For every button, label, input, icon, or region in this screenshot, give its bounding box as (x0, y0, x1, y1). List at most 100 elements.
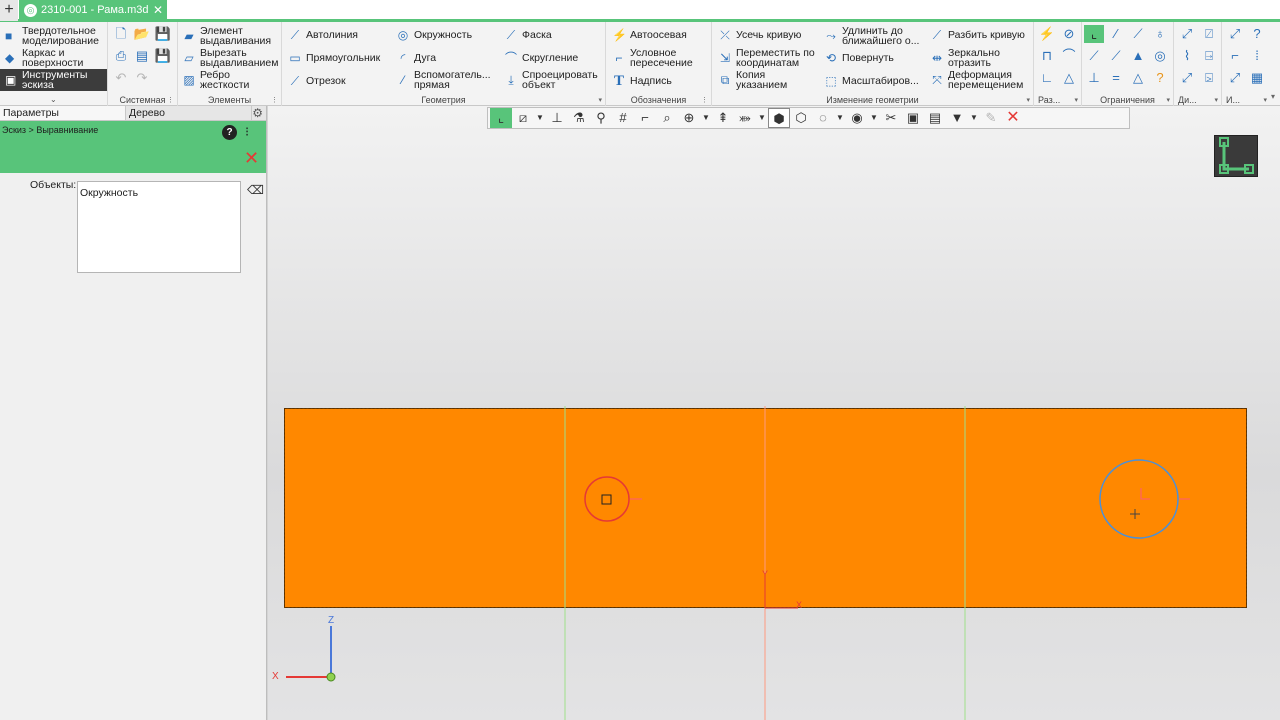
cut-extrude-button[interactable]: ▱ Вырезать выдавливанием (182, 48, 282, 69)
diag-curve-icon[interactable]: ⌇ (1177, 47, 1197, 65)
segment-button[interactable]: ⟋ Отрезок (288, 74, 346, 88)
group-geometry-expander-icon[interactable]: ▾ (598, 96, 602, 104)
info-select-icon[interactable]: ⌐ (1225, 47, 1245, 65)
auto-axis-button[interactable]: ⚡ Автоосевая (612, 28, 687, 42)
new-file-icon[interactable]: 🗋 (111, 25, 131, 43)
tree-view-icon[interactable]: ⁝ (245, 124, 249, 140)
preview-icon[interactable]: ▤ (132, 47, 152, 65)
save-as-icon[interactable]: 💾 (153, 47, 173, 65)
info-help-icon[interactable]: ? (1247, 25, 1267, 43)
constraint-horizontal-icon[interactable]: ⟋ (1084, 47, 1104, 65)
objects-list-item[interactable]: Окружность (80, 187, 238, 199)
document-tab[interactable]: ◎ 2310-001 - Рама.m3d ✕ (19, 0, 167, 21)
mode-surfaces[interactable]: ◆ Каркас и поверхности (0, 47, 107, 69)
project-icon: ⤓ (508, 73, 514, 87)
text-label-button[interactable]: T Надпись (612, 74, 672, 89)
tab-parameters[interactable]: Параметры (0, 106, 126, 120)
eraser-icon[interactable]: ⌫ (247, 183, 264, 197)
ribbon-scroll-right[interactable]: ▾ (1270, 22, 1280, 106)
constraint-symmetric-icon[interactable]: △ (1128, 69, 1148, 87)
scale-button[interactable]: ⬚ Масштабиров... (824, 74, 918, 88)
group-info-expander-icon[interactable]: ▾ (1263, 96, 1267, 104)
new-tab-button[interactable]: + (0, 0, 18, 21)
objects-list[interactable]: Окружность (77, 181, 241, 273)
group-constraints-expander-icon[interactable]: ▾ (1166, 96, 1170, 104)
print-icon[interactable]: ⎙ (111, 47, 131, 65)
diag-table-icon[interactable]: ⍈ (1199, 47, 1219, 65)
group-dimensions-expander-icon[interactable]: ▾ (1074, 96, 1078, 104)
constraint-coincidence-icon[interactable]: ⌞ (1084, 25, 1104, 43)
constraint-tangent-icon[interactable]: ⟋ (1128, 25, 1148, 43)
save-icon[interactable]: 💾 (153, 25, 173, 43)
open-file-icon[interactable]: 📂 (132, 25, 152, 43)
modes-expand-icon[interactable]: ⌄ (50, 95, 57, 104)
diag-check-icon[interactable]: ⍁ (1199, 25, 1219, 43)
trim-curve-button[interactable]: ⤫ Усечь кривую (718, 28, 801, 42)
group-system-expander-icon[interactable]: ⋮ (167, 96, 174, 104)
gear-icon[interactable]: ⚙ (252, 106, 266, 120)
constraint-point-on-curve-icon[interactable]: ♁ (1150, 25, 1170, 43)
mode-solid-modeling[interactable]: ■ Твердотельное моделирование (0, 25, 107, 47)
move-by-coordinates-button[interactable]: ⇲ Переместить по координатам (718, 48, 822, 69)
diag-point-icon[interactable]: ⤢ (1177, 25, 1197, 43)
constraint-concentric-icon[interactable]: ◎ (1150, 47, 1170, 65)
chamfer-icon: ⟋ (506, 28, 516, 42)
info-vars-icon[interactable]: ⁞ (1247, 47, 1267, 65)
fillet-button[interactable]: ⌒ Скругление (504, 51, 578, 65)
tab-tree[interactable]: Дерево (126, 106, 252, 120)
constraint-equal-icon[interactable]: = (1106, 69, 1126, 87)
group-edit-geometry: ⤫ Усечь кривую ⇲ Переместить по координата… (712, 22, 1034, 106)
help-icon[interactable]: ? (222, 125, 237, 140)
auxiliary-line-button[interactable]: ⁄ Вспомогатель... прямая (396, 70, 494, 91)
group-system: 🗋 📂 💾 ⎙ ▤ 💾 ↶ ↷ Системная ⋮ (108, 22, 178, 106)
autoline-button[interactable]: ⟋ Автолиния (288, 28, 358, 42)
group-diagnostics-expander-icon[interactable]: ▾ (1214, 96, 1218, 104)
rectangle-button[interactable]: ▭ Прямоугольник (288, 51, 380, 65)
group-designations-expander-icon[interactable]: ⋮ (701, 96, 708, 104)
diameter-dimension-icon[interactable]: △ (1059, 69, 1079, 87)
info-measure-icon[interactable]: ⤢ (1225, 25, 1245, 43)
deform-button[interactable]: ⤧ Деформация перемещением (930, 70, 1028, 91)
info-grid-icon[interactable]: ▦ (1247, 69, 1267, 87)
diag-line-icon[interactable]: ⤢ (1177, 69, 1197, 87)
group-designations: ⚡ Автоосевая ⌐ Условное пересечение T Надпи… (606, 22, 712, 106)
group-constraints: ⌞ ⁄ ⟋ ♁ ⟋ ⟋ ▲ ◎ ⊥ = △ ? Ограничения ▾ (1082, 22, 1174, 106)
split-curve-button[interactable]: ⟋ Разбить кривую (930, 28, 1025, 42)
arc-dimension-icon[interactable]: ⌒ (1059, 47, 1079, 65)
constraint-fix-icon[interactable]: ▲ (1128, 47, 1148, 65)
constraint-vertical-icon[interactable]: ⟋ (1106, 47, 1126, 65)
chamfer-button[interactable]: ⟋ Фаска (504, 28, 552, 42)
redo-icon[interactable]: ↷ (132, 69, 152, 87)
diag-export-icon[interactable]: ⍄ (1199, 69, 1219, 87)
close-tab-icon[interactable]: ✕ (153, 0, 163, 21)
angle-dimension-icon[interactable]: ∟ (1037, 69, 1057, 87)
hover-circle[interactable] (1099, 459, 1179, 539)
conditional-intersection-button[interactable]: ⌐ Условное пересечение (612, 48, 700, 69)
info-curve-icon[interactable]: ⤢ (1225, 69, 1245, 87)
extrude-element-button[interactable]: ▰ Элемент выдавливания (182, 26, 276, 47)
rectangle-icon: ▭ (289, 51, 301, 65)
group-edit-geometry-expander-icon[interactable]: ▾ (1026, 96, 1030, 104)
circle-dimension-icon[interactable]: ⊘ (1059, 25, 1079, 43)
rib-button[interactable]: ▨ Ребро жесткости (182, 70, 256, 91)
project-object-button[interactable]: ⤓ Спроецировать объект (504, 70, 602, 91)
copy-by-pointing-button[interactable]: ⧉ Копия указанием (718, 70, 796, 91)
model-viewport[interactable]: ⌞ ⧄ ▼ ⊥ ⚗ ⚲ # ⌐ ⌕ ⊕ ▼ ⇞ ⤘ ▼ ⬢ ⬡ ◌ ▼ ◉ ▼ … (268, 106, 1280, 720)
mode-sketch-tools[interactable]: ▣ Инструменты эскиза (0, 69, 107, 91)
group-elements-expander-icon[interactable]: ⋮ (271, 96, 278, 104)
extend-button[interactable]: ⤳ Удлинить до ближайшего о... (824, 26, 928, 47)
arc-button[interactable]: ◜ Дуга (396, 51, 436, 65)
panel-tabs: Параметры Дерево ⚙ (0, 106, 266, 121)
auto-dimension-icon[interactable]: ⚡ (1037, 25, 1057, 43)
rotate-button[interactable]: ⟲ Повернуть (824, 51, 894, 65)
split-icon: ⟋ (932, 28, 942, 42)
close-icon[interactable]: ✕ (244, 149, 259, 167)
constraint-parallel-icon[interactable]: ⁄ (1106, 25, 1126, 43)
constraint-auto-icon[interactable]: ? (1150, 69, 1170, 87)
selected-circle[interactable] (584, 476, 630, 522)
constraint-perpendicular-icon[interactable]: ⊥ (1084, 69, 1104, 87)
circle-button[interactable]: ◎ Окружность (396, 28, 472, 42)
mirror-button[interactable]: ⇹ Зеркально отразить (930, 48, 1008, 69)
linear-dimension-icon[interactable]: ⊓ (1037, 47, 1057, 65)
undo-icon[interactable]: ↶ (111, 69, 131, 87)
